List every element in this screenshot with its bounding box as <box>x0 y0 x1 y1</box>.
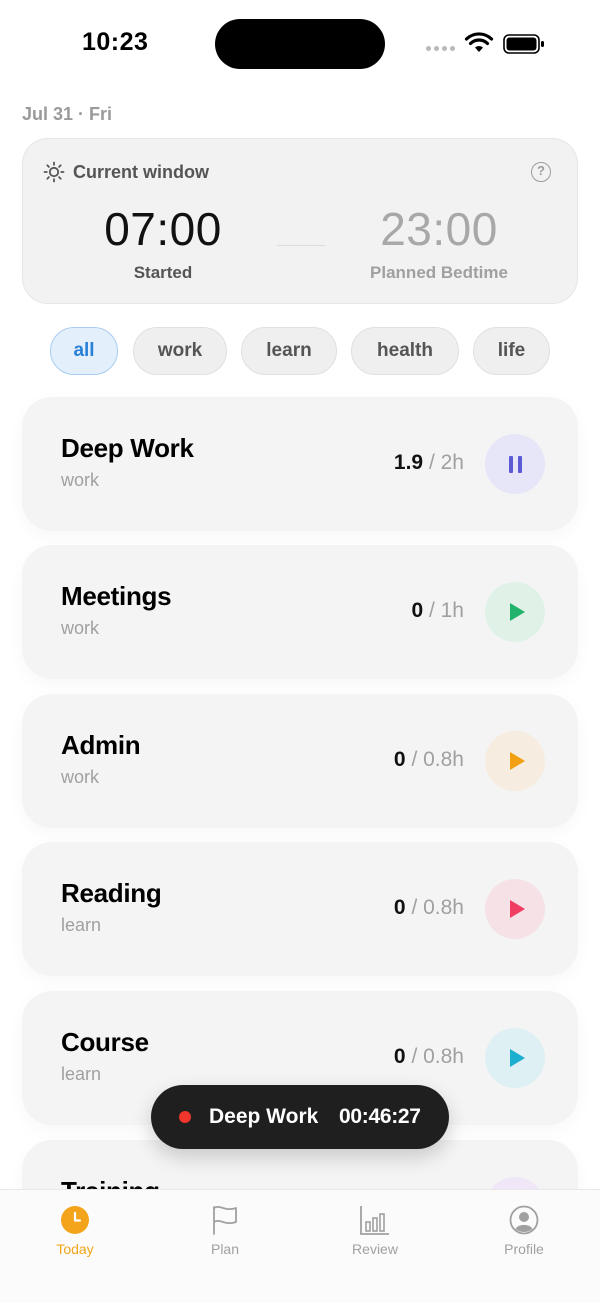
filter-chip-learn[interactable]: learn <box>241 327 337 375</box>
start-label: Started <box>133 263 193 282</box>
activity-name: Course <box>61 1027 149 1057</box>
tab-plan[interactable]: Plan <box>175 1202 275 1257</box>
play-icon <box>509 752 525 770</box>
play-icon <box>509 603 525 621</box>
activity-category: work <box>61 618 100 638</box>
bar-chart-icon <box>360 1206 389 1235</box>
pause-icon <box>508 455 522 473</box>
status-bar: 10:23 <box>0 0 600 90</box>
progress-done: 1.9 <box>393 451 424 474</box>
flag-icon <box>213 1205 237 1235</box>
play-button[interactable] <box>485 879 545 939</box>
date-label: Jul 31 · Fri <box>22 104 113 124</box>
filter-chip-all[interactable]: all <box>50 327 118 375</box>
activity-progress: 0 / 1h <box>411 599 464 623</box>
activity-category: learn <box>61 915 102 935</box>
tab-label: Today <box>56 1241 94 1257</box>
tab-today[interactable]: Today <box>25 1202 125 1257</box>
progress-target: / 2h <box>423 451 464 474</box>
progress-done: 0 <box>411 599 424 622</box>
activity-card[interactable]: Meetings work 0 / 1h <box>22 545 578 679</box>
pause-button[interactable] <box>485 434 545 494</box>
recording-dot-icon <box>179 1111 191 1123</box>
wifi-icon <box>464 32 494 52</box>
activity-category: work <box>61 767 100 787</box>
start-time: 07:00 <box>104 203 222 255</box>
dynamic-island <box>215 19 385 69</box>
play-icon <box>509 1049 525 1067</box>
tab-bar: Today Plan Review Profile <box>0 1189 600 1303</box>
progress-done: 0 <box>393 1045 406 1068</box>
clock-icon <box>61 1206 89 1234</box>
play-button[interactable] <box>485 582 545 642</box>
timer-activity: Deep Work <box>209 1105 319 1128</box>
activity-progress: 0 / 0.8h <box>394 896 464 920</box>
bedtime-label: Planned Bedtime <box>370 263 508 282</box>
cellular-signal-icon <box>426 46 455 51</box>
tab-label: Profile <box>504 1241 544 1257</box>
window-title: Current window <box>73 161 209 182</box>
progress-done: 0 <box>393 748 406 771</box>
start-time-block[interactable]: 07:00 Started <box>63 203 263 283</box>
activity-card[interactable]: Deep Work work 1.9 / 2h <box>22 397 578 531</box>
window-divider <box>277 245 325 246</box>
tab-review[interactable]: Review <box>325 1202 425 1257</box>
help-icon[interactable]: ? <box>531 162 551 182</box>
progress-done: 0 <box>393 896 406 919</box>
filter-chip-work[interactable]: work <box>133 327 227 375</box>
activity-category: work <box>61 470 100 490</box>
activity-name: Deep Work <box>61 433 194 463</box>
activity-name: Admin <box>61 730 141 760</box>
progress-target: / 1h <box>423 599 464 622</box>
play-icon <box>509 900 525 918</box>
activity-progress: 0 / 0.8h <box>394 1045 464 1069</box>
battery-icon <box>503 34 544 54</box>
status-time: 10:23 <box>82 28 149 56</box>
activity-card[interactable]: Reading learn 0 / 0.8h <box>22 842 578 976</box>
activity-category: learn <box>61 1064 102 1084</box>
tab-label: Review <box>352 1241 398 1257</box>
filter-chip-life[interactable]: life <box>473 327 550 375</box>
play-button[interactable] <box>485 731 545 791</box>
filter-chip-health[interactable]: health <box>351 327 459 375</box>
current-window-card: Current window ? 07:00 Started 23:00 Pla… <box>22 138 578 304</box>
person-icon <box>509 1205 539 1235</box>
progress-target: / 0.8h <box>405 1045 464 1068</box>
activity-card[interactable]: Admin work 0 / 0.8h <box>22 694 578 828</box>
progress-target: / 0.8h <box>405 748 464 771</box>
bedtime-block[interactable]: 23:00 Planned Bedtime <box>339 203 539 283</box>
activity-progress: 0 / 0.8h <box>394 748 464 772</box>
progress-target: / 0.8h <box>405 896 464 919</box>
bedtime-time: 23:00 <box>380 203 498 255</box>
sun-icon <box>43 161 65 183</box>
activity-name: Reading <box>61 878 162 908</box>
activity-name: Meetings <box>61 581 172 611</box>
active-timer-pill[interactable]: Deep Work 00:46:27 <box>151 1085 449 1149</box>
play-button[interactable] <box>485 1028 545 1088</box>
tab-profile[interactable]: Profile <box>474 1202 574 1257</box>
tab-label: Plan <box>210 1241 240 1257</box>
activity-progress: 1.9 / 2h <box>394 451 464 475</box>
timer-elapsed: 00:46:27 <box>339 1105 421 1128</box>
window-header: Current window <box>43 161 209 183</box>
